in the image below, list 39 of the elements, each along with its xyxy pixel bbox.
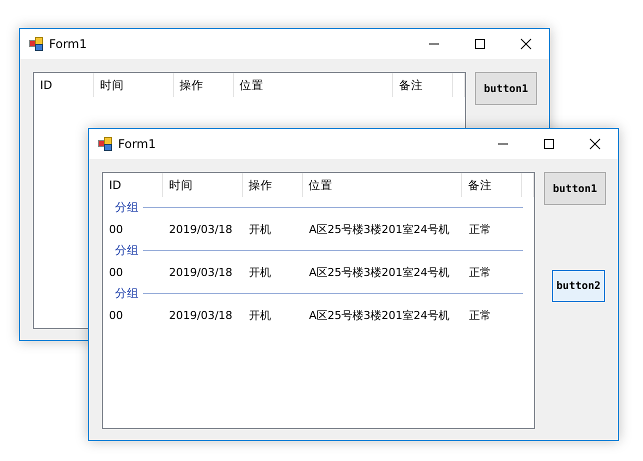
table-cell-text: 开机 [248, 264, 272, 280]
form-button[interactable]: button2 [552, 270, 605, 302]
column-header[interactable]: 位置 [234, 73, 394, 97]
table-cell-text: 2019/03/18 [168, 266, 234, 278]
table-cell-text: A区25号楼3楼201室24号机 [308, 264, 451, 280]
table-cell-text: A区25号楼3楼201室24号机 [308, 222, 451, 236]
form-button[interactable]: button1 [475, 72, 537, 105]
column-header[interactable]: 操作 [242, 173, 303, 197]
close-icon[interactable] [520, 38, 532, 50]
close-icon[interactable] [589, 138, 601, 150]
table-cell-text: 正常 [468, 308, 492, 322]
table-cell-text: 2019/03/18 [168, 222, 234, 236]
table-cell-text: 2019/03/18 [168, 308, 234, 322]
column-header[interactable]: 备注 [393, 73, 453, 97]
form-button[interactable]: button1 [544, 172, 606, 205]
maximize-icon[interactable] [474, 38, 486, 50]
table-cell-text: A区25号楼3楼201室24号机 [308, 308, 451, 322]
table-cell-text: 开机 [248, 222, 272, 236]
group-header[interactable]: 分组 [115, 286, 139, 301]
maximize-icon[interactable] [543, 138, 555, 150]
table-cell-text: 开机 [248, 308, 272, 322]
app-icon [98, 137, 112, 151]
table-cell-text: 00 [108, 222, 124, 236]
window-title: Form1 [118, 137, 156, 151]
column-header[interactable]: 位置 [302, 173, 462, 197]
window-title: Form1 [49, 37, 87, 51]
table-cell-text: 正常 [468, 264, 492, 280]
column-header[interactable]: ID [103, 173, 163, 197]
column-header[interactable]: ID [34, 73, 94, 97]
column-header[interactable]: 操作 [174, 73, 234, 97]
table-cell-text: 正常 [468, 222, 492, 236]
group-header[interactable]: 分组 [115, 200, 139, 215]
table-cell-text: 00 [108, 308, 124, 322]
column-header[interactable]: 时间 [94, 73, 174, 97]
column-header[interactable]: 备注 [462, 173, 522, 197]
group-header[interactable]: 分组 [115, 243, 139, 258]
app-icon [29, 37, 43, 51]
column-header[interactable]: 时间 [162, 173, 243, 197]
table-cell-text: 00 [108, 266, 124, 278]
